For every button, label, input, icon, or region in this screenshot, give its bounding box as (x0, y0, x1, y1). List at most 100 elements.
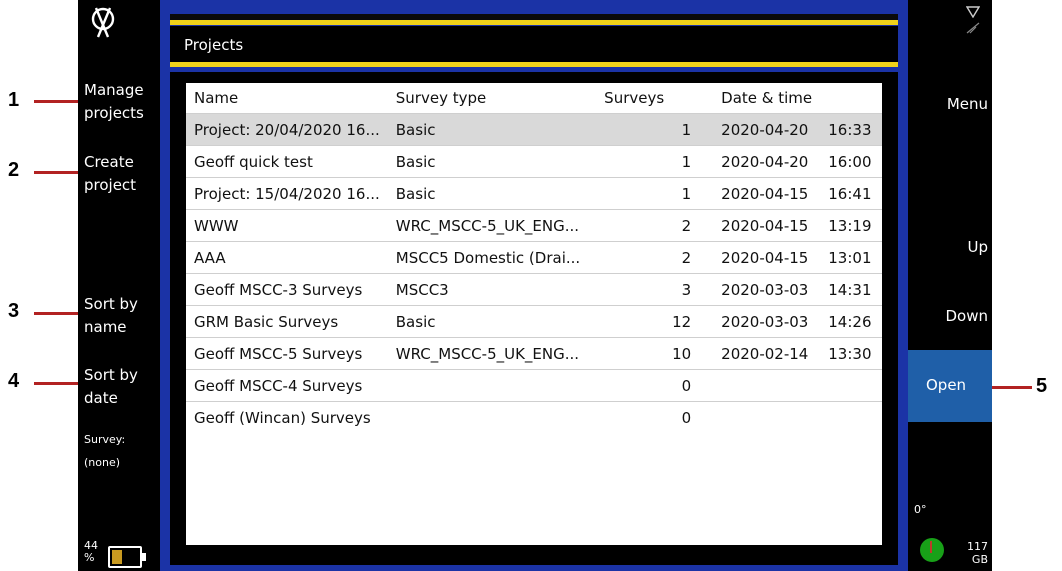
cell-name: Geoff quick test (186, 145, 388, 178)
main-screen: Projects Name Survey type Surveys Date &… (160, 0, 908, 571)
logo-icon (91, 7, 115, 38)
projects-table: Name Survey type Surveys Date & time Pro… (186, 83, 882, 433)
cell-date: 2020-03-03 (713, 305, 825, 338)
cell-name: Geoff MSCC-4 Surveys (186, 369, 388, 402)
cell-time: 16:00 (824, 145, 882, 178)
cell-survey-type: Basic (387, 305, 589, 338)
left-sidebar: Manage projects Create project Sort by n… (78, 0, 160, 571)
cell-date: 2020-04-20 (713, 145, 825, 178)
table-row[interactable]: WWW WRC_MSCC-5_UK_ENG... 2 2020-04-15 13:19 (186, 209, 882, 242)
cell-time: 13:01 (824, 241, 882, 274)
page-title: Projects (184, 36, 244, 54)
cell-surveys: 0 (588, 369, 714, 402)
table-row[interactable]: Geoff MSCC-5 Surveys WRC_MSCC-5_UK_ENG...… (186, 337, 882, 370)
cell-name: WWW (186, 209, 388, 242)
cell-time (824, 401, 882, 433)
cell-survey-type (387, 401, 589, 433)
cell-survey-type: MSCC5 Domestic (Drai... (387, 241, 589, 274)
cell-surveys: 1 (588, 177, 714, 210)
survey-label: Survey: (84, 433, 126, 446)
table-header-row: Name Survey type Surveys Date & time (186, 83, 882, 114)
cell-time: 16:41 (824, 177, 882, 210)
content-panel: Name Survey type Surveys Date & time Pro… (170, 72, 898, 565)
callout-2: 2 (8, 159, 20, 181)
cell-name: AAA (186, 241, 388, 274)
callout-4: 4 (8, 370, 20, 392)
table-row[interactable]: Project: 15/04/2020 16... Basic 1 2020-04-1… (186, 177, 882, 210)
accent-bar-top (170, 20, 898, 25)
callout-3: 3 (8, 300, 20, 322)
sort-by-name-button[interactable]: Sort by name (84, 293, 138, 339)
cell-name: Geoff MSCC-5 Surveys (186, 337, 388, 370)
cell-name: Geoff MSCC-3 Surveys (186, 273, 388, 306)
cell-surveys: 1 (588, 113, 714, 146)
table-row[interactable]: Geoff MSCC-3 Surveys MSCC3 3 2020-03-03 14:3… (186, 273, 882, 306)
cell-time (824, 369, 882, 402)
battery-icon (108, 546, 146, 568)
cell-survey-type: Basic (387, 177, 589, 210)
cell-survey-type: Basic (387, 113, 589, 146)
open-button[interactable]: Open (908, 350, 992, 422)
cell-surveys: 10 (588, 337, 714, 370)
up-button[interactable]: Up (967, 238, 988, 256)
survey-value: (none) (84, 456, 121, 469)
cell-date (713, 401, 825, 433)
column-header-survey-type[interactable]: Survey type (388, 83, 588, 114)
cell-name: Geoff (Wincan) Surveys (186, 401, 388, 433)
table-row[interactable]: Geoff (Wincan) Surveys 0 (186, 401, 882, 433)
cell-survey-type: Basic (387, 145, 589, 178)
cell-time: 13:30 (824, 337, 882, 370)
cell-date: 2020-04-20 (713, 113, 825, 146)
wifi-icon (966, 6, 980, 18)
cell-survey-type: MSCC3 (387, 273, 589, 306)
cell-date: 2020-04-15 (713, 177, 825, 210)
cell-surveys: 0 (588, 401, 714, 433)
cell-surveys: 2 (588, 209, 714, 242)
down-button[interactable]: Down (945, 307, 988, 325)
storage-readout: 117 GB (967, 540, 988, 566)
cell-date: 2020-04-15 (713, 241, 825, 274)
accent-bar-bottom (170, 62, 898, 67)
cell-surveys: 12 (588, 305, 714, 338)
cell-time: 16:33 (824, 113, 882, 146)
manage-projects-button[interactable]: Manage projects (84, 79, 144, 125)
cell-survey-type (387, 369, 589, 402)
cell-name: Project: 20/04/2020 16... (186, 113, 388, 146)
angle-readout: 0° (914, 503, 927, 516)
cell-time: 14:31 (824, 273, 882, 306)
create-project-button[interactable]: Create project (84, 151, 136, 197)
table-row[interactable]: Geoff quick test Basic 1 2020-04-20 16:00 (186, 145, 882, 178)
column-header-date-time[interactable]: Date & time (713, 83, 882, 114)
device-screen: Manage projects Create project Sort by n… (78, 0, 992, 571)
cell-date: 2020-02-14 (713, 337, 825, 370)
table-row[interactable]: Project: 20/04/2020 16... Basic 1 2020-04-2… (186, 113, 882, 146)
sort-by-date-button[interactable]: Sort by date (84, 364, 138, 410)
table-row[interactable]: Geoff MSCC-4 Surveys 0 (186, 369, 882, 402)
cell-date: 2020-03-03 (713, 273, 825, 306)
cell-survey-type: WRC_MSCC-5_UK_ENG... (387, 337, 589, 370)
menu-button[interactable]: Menu (947, 95, 988, 113)
projects-table-container: Name Survey type Surveys Date & time Pro… (186, 83, 882, 545)
cell-date (713, 369, 825, 402)
cell-name: GRM Basic Surveys (186, 305, 388, 338)
table-row[interactable]: GRM Basic Surveys Basic 12 2020-03-03 14:26 (186, 305, 882, 338)
cell-time: 13:19 (824, 209, 882, 242)
cell-surveys: 3 (588, 273, 714, 306)
column-header-surveys[interactable]: Surveys (588, 83, 713, 114)
title-bar: Projects (170, 26, 898, 62)
cell-survey-type: WRC_MSCC-5_UK_ENG... (387, 209, 589, 242)
right-sidebar: Menu Up Down Open 0° 117 GB (908, 0, 992, 571)
cell-date: 2020-04-15 (713, 209, 825, 242)
table-row[interactable]: AAA MSCC5 Domestic (Drai... 2 2020-04-15 13:… (186, 241, 882, 274)
callout-5: 5 (1036, 375, 1048, 397)
cell-name: Project: 15/04/2020 16... (186, 177, 388, 210)
cell-surveys: 1 (588, 145, 714, 178)
gps-signal-icon (966, 22, 980, 34)
column-header-name[interactable]: Name (186, 83, 388, 114)
open-button-label: Open (926, 376, 967, 394)
battery-percent: 44 % (84, 539, 98, 564)
status-indicator-icon (920, 538, 944, 562)
cell-time: 14:26 (824, 305, 882, 338)
callout-1: 1 (8, 89, 20, 111)
cell-surveys: 2 (588, 241, 714, 274)
